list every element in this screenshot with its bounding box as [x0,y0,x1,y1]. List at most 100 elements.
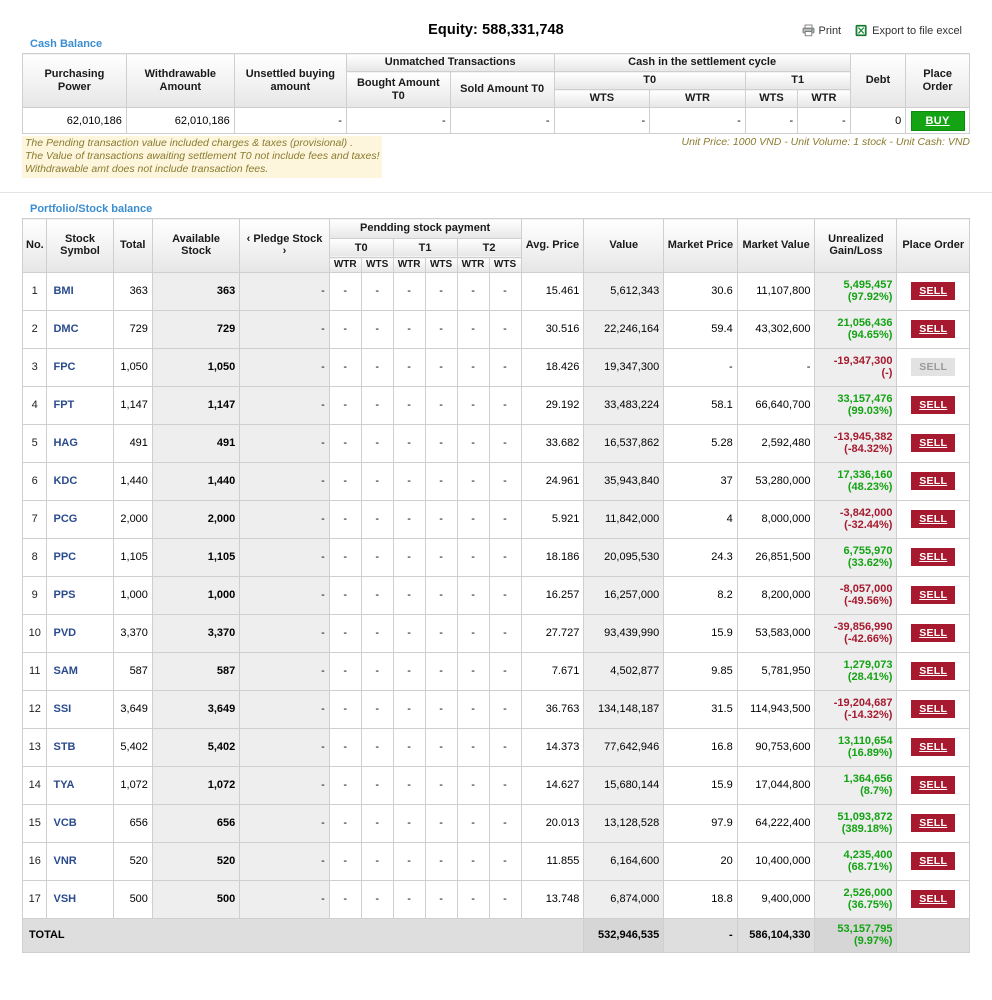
export-excel-button[interactable]: Export to file excel [855,24,962,37]
cell-t1-wts: - [424,651,458,691]
top-bar: Equity: 588,331,748 Print Export to file… [0,0,992,38]
cell-stock-symbol[interactable]: KDC [46,461,114,501]
cell-avg-price: 30.516 [520,309,585,349]
cash-balance-row: 62,010,186 62,010,186 - - - - - - - 0 BU… [22,107,970,134]
table-row: 11 SAM 587 587- - - - - - -7.671 4,502,877 9.85 5,78… [21,651,970,691]
sell-button[interactable]: SELL [911,320,956,339]
cell-value: 6,874,000 [583,879,665,919]
cell-stock-symbol[interactable]: SSI [46,689,114,729]
buy-button[interactable]: BUY [910,110,965,131]
cell-avg-price: 11.855 [520,841,585,881]
sell-button[interactable]: SELL [911,548,956,567]
cell-total: 729 [112,309,153,349]
cell-t1-wts: - [424,765,458,805]
sell-button[interactable]: SELL [911,776,956,795]
cell-no: 9 [21,575,48,615]
sell-button: SELL [911,358,956,377]
cell-stock-symbol[interactable]: PVD [46,613,114,653]
cell-stock-symbol[interactable]: PPS [46,575,114,615]
cell-t2-wtr: - [456,841,490,881]
cell-t1-wtr: - [392,803,426,843]
cell-available: 1,440 [151,461,241,501]
sell-button[interactable]: SELL [911,814,956,833]
gain-loss-percent: (-42.66%) [844,633,893,646]
cell-stock-symbol[interactable]: VSH [46,879,114,919]
cell-available: 2,000 [151,499,241,539]
gain-loss-percent: (16.89%) [847,747,893,760]
cell-no: 16 [21,841,48,881]
sell-button[interactable]: SELL [911,472,956,491]
sell-button[interactable]: SELL [911,738,956,757]
cell-unrealized-gain-loss: -8,057,000 (-49.56%) [814,575,898,615]
cell-t2-wtr: - [456,271,490,311]
cell-stock-symbol[interactable]: HAG [46,423,114,463]
print-button[interactable]: Print [802,24,841,37]
sell-button[interactable]: SELL [911,434,956,453]
cell-t0-wts: - [360,309,394,349]
cell-t1-wts: - [424,879,458,919]
sell-button[interactable]: SELL [911,700,956,719]
cell-total-place-order [896,917,970,953]
cell-no: 13 [21,727,48,767]
cell-t0-wts: - [360,765,394,805]
cell-t1-wtr: - [392,575,426,615]
gain-loss-percent: (389.18%) [841,823,893,836]
sell-button[interactable]: SELL [911,852,956,871]
sell-button[interactable]: SELL [911,396,956,415]
total-row: TOTAL 532,946,535-586,104,330 53,157,795 (9… [21,917,970,953]
cell-unrealized-gain-loss: 1,364,656 (8.7%) [814,765,898,805]
cell-total: 520 [112,841,153,881]
sell-button[interactable]: SELL [911,890,956,909]
sell-button[interactable]: SELL [911,624,956,643]
cell-market-price: - [663,347,738,387]
cell-stock-symbol[interactable]: PCG [46,499,114,539]
cell-stock-symbol[interactable]: TYA [46,765,114,805]
cell-market-price: 15.9 [663,765,738,805]
cell-t1-wtr: - [392,765,426,805]
cell-available: 656 [151,803,241,843]
export-label: Export to file excel [872,24,962,37]
cell-t2-wts: - [488,727,522,767]
th-pledge-stock[interactable]: ‹ Pledge Stock › [239,218,330,273]
cell-stock-symbol[interactable]: VNR [46,841,114,881]
total-label: TOTAL [21,917,585,953]
table-row: 15 VCB 656 656- - - - - - -20.013 13,128,528 97.9 64… [21,803,970,843]
th-pending-stock-payment: Pendding stock payment [328,218,522,239]
cell-stock-symbol[interactable]: DMC [46,309,114,349]
th-cash-settlement-cycle: Cash in the settlement cycle [553,53,851,72]
cell-t1-wts: - [424,575,458,615]
total-gain-loss-percent: (9.97%) [853,935,893,948]
gain-loss-percent: (68.71%) [847,861,893,874]
cell-place-order: SELL [896,803,970,843]
sell-button[interactable]: SELL [911,282,956,301]
cell-stock-symbol[interactable]: PPC [46,537,114,577]
cell-t1-wts: - [424,727,458,767]
cell-pledge: - [239,803,330,843]
cell-stock-symbol[interactable]: VCB [46,803,114,843]
cell-t1-wts: - [424,423,458,463]
sell-button[interactable]: SELL [911,586,956,605]
cell-t1-wtr: - [392,347,426,387]
excel-icon [855,24,868,37]
cell-total: 1,105 [112,537,153,577]
cell-avg-price: 29.192 [520,385,585,425]
cash-balance-title: Cash Balance [30,38,103,50]
cell-t0-wtr: - [328,575,362,615]
cell-t2-wtr: - [456,385,490,425]
th-pending-t1-wtr: WTR [392,257,426,273]
cell-market-value: 114,943,500 [736,689,816,729]
cell-stock-symbol[interactable]: SAM [46,651,114,691]
cell-t2-wts: - [488,537,522,577]
cell-stock-symbol[interactable]: FPT [46,385,114,425]
cell-unrealized-gain-loss: 2,526,000 (36.75%) [814,879,898,919]
sell-button[interactable]: SELL [911,510,956,529]
cell-stock-symbol[interactable]: BMI [46,271,114,311]
th-avg-price: Avg. Price [520,218,585,273]
table-row: 13 STB 5,402 5,402- - - - - - -14.373 77,642,946 16… [21,727,970,767]
cell-stock-symbol[interactable]: STB [46,727,114,767]
sell-button[interactable]: SELL [911,662,956,681]
cell-value: 4,502,877 [583,651,665,691]
cell-stock-symbol[interactable]: FPC [46,347,114,387]
th-withdrawable-amount: Withdrawable Amount [125,53,235,108]
cell-value: 11,842,000 [583,499,665,539]
